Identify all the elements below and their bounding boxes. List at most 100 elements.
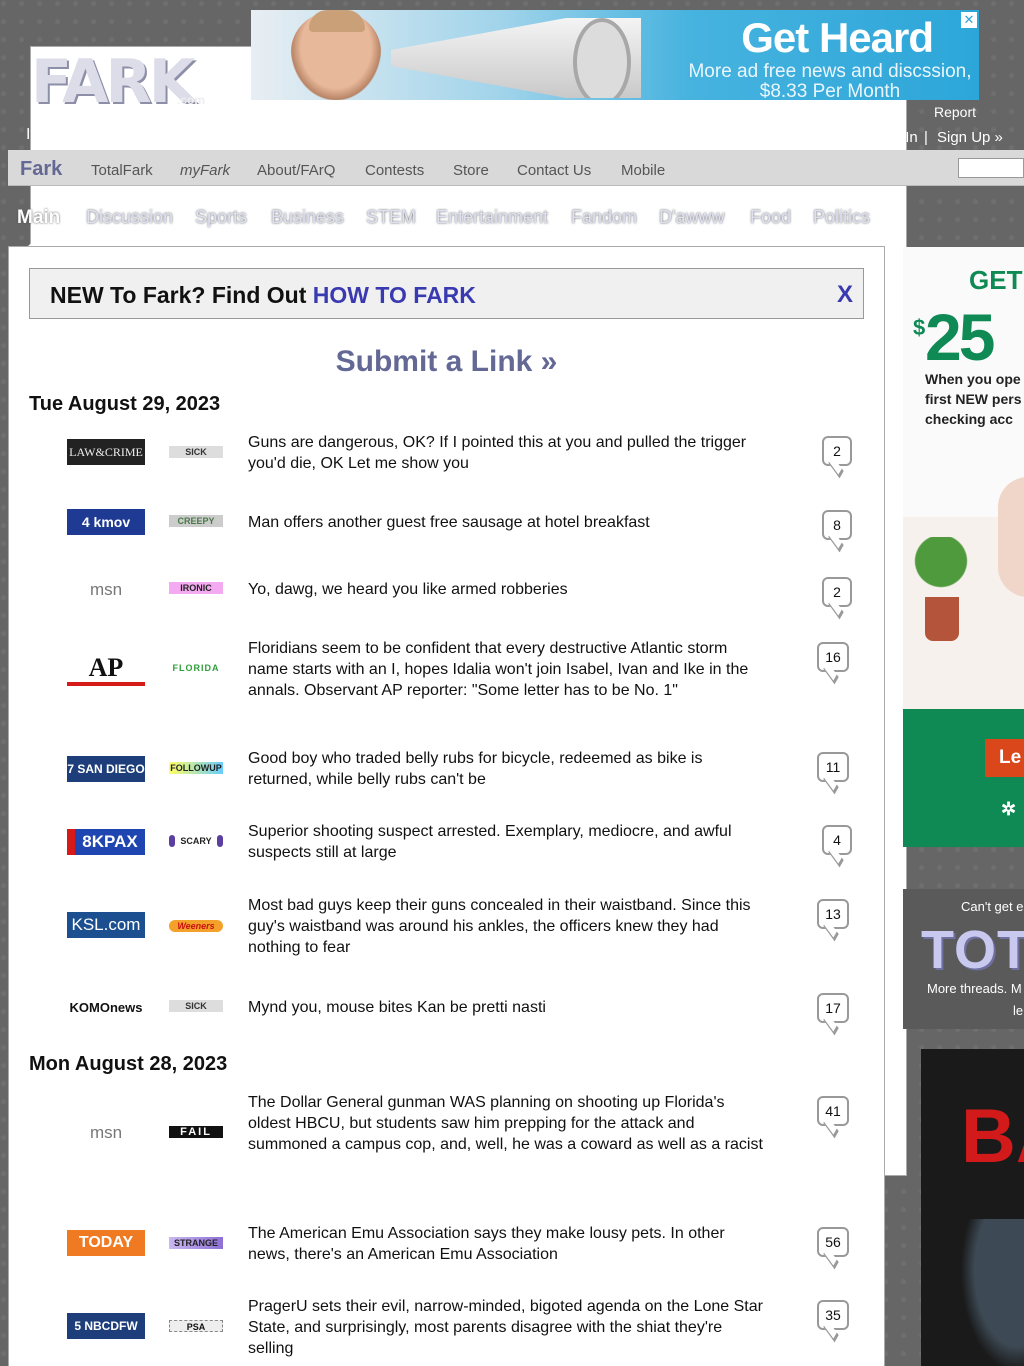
tab-food[interactable]: Food <box>750 207 791 228</box>
side-ad-line2-a: first <box>925 391 956 407</box>
tab-discussion[interactable]: Discussion <box>86 207 173 228</box>
tab-fandom[interactable]: Fandom <box>571 207 637 228</box>
source-logo[interactable]: msn <box>67 1120 145 1146</box>
headline-link[interactable]: Superior shooting suspect arrested. Exem… <box>248 821 768 863</box>
banner-prefix: NEW To Fark? Find Out <box>50 282 313 308</box>
source-logo[interactable]: 7 SAN DIEGO <box>67 756 145 782</box>
ad-close-icon[interactable]: ✕ <box>961 12 977 28</box>
comment-count-bubble[interactable]: 4 <box>822 825 852 855</box>
how-to-fark-link[interactable]: How To Fark <box>760 129 844 146</box>
date-heading: Tue August 29, 2023 <box>29 393 221 415</box>
ad-person-image <box>291 10 381 100</box>
banner-close-button[interactable]: X <box>837 281 853 309</box>
side-ad-copy: When you ope first NEW pers checking acc <box>925 369 1024 429</box>
side-ad-button[interactable]: Le <box>985 739 1024 777</box>
story-tag: SICK <box>169 446 223 458</box>
source-logo[interactable]: AP <box>67 653 145 686</box>
movie-ad-figure-image <box>951 1219 1024 1366</box>
logo-suffix: .com <box>177 93 206 107</box>
movie-ad-title: BA <box>961 1094 1024 1179</box>
banner-text: NEW To Fark? Find Out HOW TO FARK <box>50 282 476 309</box>
source-logo[interactable]: 4 kmov <box>67 509 145 535</box>
header-ad-banner[interactable]: Get Heard More ad free news and discssio… <box>251 10 979 100</box>
tab-entertainment[interactable]: Entertainment <box>436 207 548 228</box>
comment-count-bubble[interactable]: 2 <box>822 577 852 607</box>
source-logo[interactable]: KOMOnews <box>67 994 145 1020</box>
fark-logo[interactable]: FARK .com <box>20 40 907 1176</box>
bank-logo-icon: ✲ <box>1001 799 1017 819</box>
nav-fark[interactable]: Fark <box>20 158 62 181</box>
tab-stem[interactable]: STEM <box>366 207 416 228</box>
nav-contact-us[interactable]: Contact Us <box>517 162 591 179</box>
site-header: FARK .com It's Not News, It's Fark Get H… <box>0 0 1024 1176</box>
nav-myfark[interactable]: myFark <box>180 162 230 179</box>
headline-link[interactable]: Floridians seem to be confident that eve… <box>248 638 768 701</box>
try-ads-free-link[interactable]: Try Ads-Free Fark <box>523 104 635 120</box>
source-logo[interactable]: msn <box>67 577 145 603</box>
headline-link[interactable]: Guns are dangerous, OK? If I pointed thi… <box>248 432 768 474</box>
headline-link[interactable]: Most bad guys keep their guns concealed … <box>248 895 768 958</box>
side-ad-line1: When you ope <box>925 371 1021 387</box>
nav-store[interactable]: Store <box>453 162 489 179</box>
nav-mobile[interactable]: Mobile <box>621 162 665 179</box>
story-tag: FAIL <box>169 1126 223 1138</box>
login-link[interactable]: Log In <box>876 129 918 146</box>
headline-link[interactable]: Man offers another guest free sausage at… <box>248 512 768 533</box>
comment-count-bubble[interactable]: 17 <box>817 993 849 1023</box>
headline-link[interactable]: The American Emu Association says they m… <box>248 1223 768 1265</box>
hand-image <box>998 477 1024 597</box>
tab-main[interactable]: Main <box>17 207 60 229</box>
story-tag: IRONIC <box>169 582 223 594</box>
pot-image <box>925 597 959 641</box>
tab-dawww[interactable]: D'awww <box>659 207 724 228</box>
sidebar-ad-bank[interactable]: GET $ 25 When you ope first NEW pers che… <box>903 247 1024 847</box>
report-link[interactable]: Report <box>934 104 976 120</box>
ad-subtitle: More ad free news and discssion, $8.33 P… <box>685 62 975 101</box>
headline-link[interactable]: Good boy who traded belly rubs for bicyc… <box>248 748 768 790</box>
story-tag: Weeners <box>169 920 223 932</box>
comment-count-bubble[interactable]: 8 <box>822 510 852 540</box>
tab-business[interactable]: Business <box>271 207 344 228</box>
story-tag: SCARY <box>169 835 223 847</box>
sidebar-ad-movie[interactable]: BA <box>921 1049 1024 1366</box>
tagline: It's Not News, It's Fark <box>26 126 186 143</box>
story-tag: PSA <box>169 1320 223 1332</box>
comment-count-bubble[interactable]: 11 <box>817 752 849 782</box>
megaphone-image <box>391 18 641 98</box>
source-logo[interactable]: KSL.com <box>67 912 145 938</box>
headline-link[interactable]: The Dollar General gunman WAS planning o… <box>248 1092 768 1155</box>
comment-count-bubble[interactable]: 41 <box>817 1096 849 1126</box>
comment-count-bubble[interactable]: 16 <box>817 642 849 672</box>
story-tag: SICK <box>169 1000 223 1012</box>
side-ad-dollar: $ <box>913 315 926 340</box>
signup-link[interactable]: Sign Up » <box>937 129 1003 146</box>
comment-count-bubble[interactable]: 56 <box>817 1227 849 1257</box>
headline-link[interactable]: PragerU sets their evil, narrow-minded, … <box>248 1296 768 1359</box>
source-logo[interactable]: 8KPAX <box>67 829 145 855</box>
totalfark-promo[interactable]: Can't get e TOTA More threads. M le <box>903 889 1024 1029</box>
comment-count-bubble[interactable]: 35 <box>817 1300 849 1330</box>
nav-totalfark[interactable]: TotalFark <box>91 162 153 179</box>
how-to-fark-banner-link[interactable]: HOW TO FARK <box>313 282 476 308</box>
totalfark-promo-link[interactable]: le <box>1013 1003 1023 1018</box>
source-logo[interactable]: TODAY <box>67 1230 145 1256</box>
source-logo[interactable]: LAW&CRIME <box>67 439 145 465</box>
comment-count-bubble[interactable]: 13 <box>817 899 849 929</box>
submit-link-button[interactable]: Submit a Link » <box>9 345 884 379</box>
search-input[interactable] <box>958 158 1024 178</box>
new-to-fark-banner: NEW To Fark? Find Out HOW TO FARK X <box>29 268 864 319</box>
comment-count-bubble[interactable]: 2 <box>822 436 852 466</box>
ad-title: Get Heard <box>741 14 934 61</box>
ad-subtitle-line2: $8.33 Per Month <box>759 81 901 101</box>
nav-contests[interactable]: Contests <box>365 162 424 179</box>
headline-link[interactable]: Yo, dawg, we heard you like armed robber… <box>248 579 768 600</box>
nav-about-farq[interactable]: About/FArQ <box>257 162 335 179</box>
totalfark-logo: TOTA <box>921 920 1024 980</box>
tab-sports[interactable]: Sports <box>195 207 247 228</box>
side-ad-line2-b: NEW <box>955 391 989 407</box>
tab-politics[interactable]: Politics <box>813 207 870 228</box>
source-logo[interactable]: 5 NBCDFW <box>67 1313 145 1339</box>
headline-link[interactable]: Mynd you, mouse bites Kan be pretti nast… <box>248 997 768 1018</box>
story-tag: FLORIDA <box>172 663 220 673</box>
active-tab-pointer <box>28 236 52 246</box>
